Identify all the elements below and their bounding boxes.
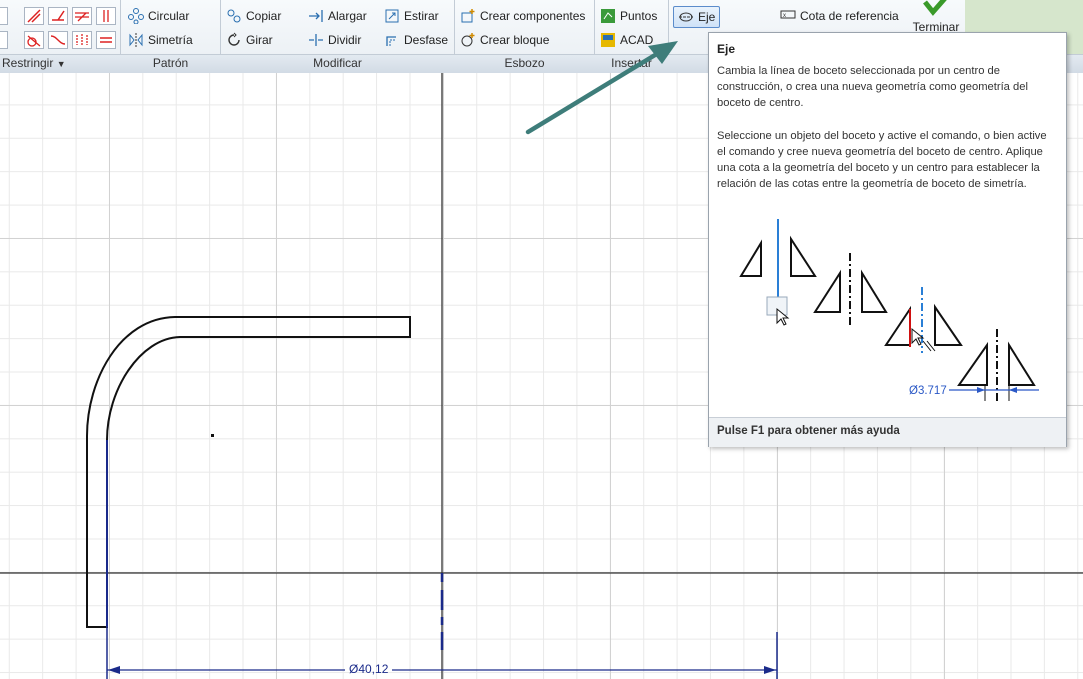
tooltip-title: Eje	[717, 42, 736, 56]
dimension-cursor-icon	[922, 340, 936, 352]
triangle-right-4	[1008, 341, 1036, 386]
triangle-left-4	[957, 341, 988, 386]
tooltip-instructions: Seleccione un objeto del boceto y active…	[717, 130, 1047, 190]
illustration-dimension: Ø3.717	[909, 385, 947, 397]
triangle-right-1	[790, 235, 817, 277]
triangle-left-3	[884, 305, 911, 346]
triangle-right-2	[861, 269, 888, 313]
annotation-arrow	[525, 49, 663, 135]
tooltip-help-hint: Pulse F1 para obtener más ayuda	[717, 425, 900, 437]
annotation-arrow-head	[648, 41, 678, 64]
tooltip-description: Cambia la línea de boceto seleccionada p…	[717, 65, 1028, 109]
sketch-profile[interactable]	[86, 316, 411, 628]
triangle-left-1	[739, 239, 762, 277]
triangle-right-3	[934, 303, 963, 346]
dimension-arrow-right	[764, 666, 776, 674]
tooltip-illustration: Ø3.717	[739, 219, 1039, 403]
axis-tooltip: Eje Cambia la línea de boceto selecciona…	[708, 32, 1067, 447]
tooltip-footer: Pulse F1 para obtener más ayuda	[709, 417, 1066, 447]
dimension-value[interactable]: Ø40,12	[349, 662, 388, 676]
triangle-left-2	[813, 269, 841, 313]
sketch-point[interactable]	[211, 434, 214, 437]
dimension-arrow-left	[108, 666, 120, 674]
